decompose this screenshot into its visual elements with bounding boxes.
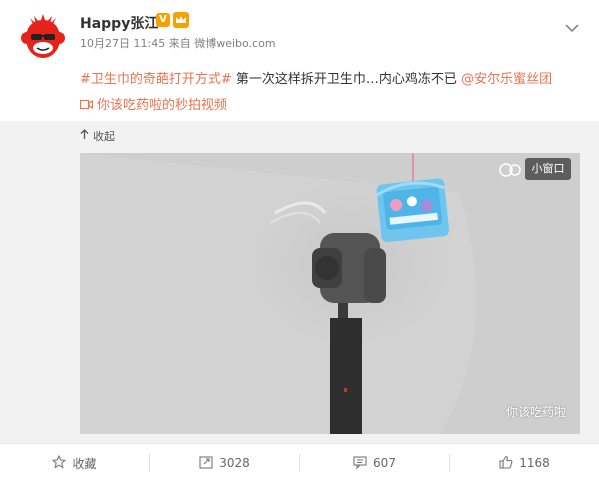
post-meta: 10月27日 11:45 来自 微博weibo.com	[80, 35, 276, 51]
mention-link[interactable]: @安尔乐蜜丝团	[461, 72, 552, 87]
chevron-down-icon[interactable]	[565, 18, 579, 33]
miaopai-logo	[499, 163, 521, 177]
verified-badge[interactable]: V	[156, 13, 170, 27]
video-link-label: 你该吃药啦的秒拍视频	[97, 98, 228, 113]
hashtag-link[interactable]: #卫生巾的奇葩打开方式#	[80, 72, 232, 87]
collapse-button[interactable]: 收起	[80, 128, 115, 144]
collapse-label: 收起	[93, 130, 115, 143]
repost-count: 3028	[219, 456, 250, 470]
video-player[interactable]: 小窗口 你该吃药啦	[80, 153, 580, 434]
monkey-avatar-icon	[18, 14, 68, 64]
video-icon	[79, 99, 94, 114]
thumbs-up-icon	[499, 455, 513, 472]
comment-button[interactable]: 607	[300, 444, 449, 482]
small-window-button[interactable]: 小窗口	[525, 158, 571, 180]
username[interactable]: Happy张江	[80, 13, 158, 33]
user-avatar[interactable]	[18, 14, 68, 64]
arrow-up-icon	[80, 129, 89, 143]
repost-icon	[199, 455, 213, 472]
like-count: 1168	[519, 456, 550, 470]
video-watermark: 你该吃药啦	[506, 405, 567, 419]
crown-member-icon[interactable]	[173, 12, 189, 28]
post-timestamp[interactable]: 10月27日 11:45	[80, 37, 165, 50]
video-link[interactable]: 你该吃药啦的秒拍视频	[79, 94, 228, 114]
comment-count: 607	[373, 456, 396, 470]
post-text: #卫生巾的奇葩打开方式# 第一次这样拆开卫生巾…内心鸡冻不已 @安尔乐蜜丝团	[80, 68, 552, 87]
favorite-button[interactable]: 收藏	[0, 444, 149, 482]
favorite-label: 收藏	[72, 456, 97, 471]
post-actions: 收藏 3028 607 1168	[0, 443, 599, 482]
post-body-text: 第一次这样拆开卫生巾…内心鸡冻不已	[231, 72, 462, 87]
like-button[interactable]: 1168	[450, 444, 599, 482]
post-header: Happy张江 V 10月27日 11:45 来自 微博weibo.com #卫…	[0, 0, 599, 121]
post-source[interactable]: 来自 微博weibo.com	[169, 37, 276, 50]
video-frame	[80, 153, 580, 434]
repost-button[interactable]: 3028	[150, 444, 299, 482]
comment-icon	[353, 455, 367, 472]
star-icon	[52, 454, 67, 472]
